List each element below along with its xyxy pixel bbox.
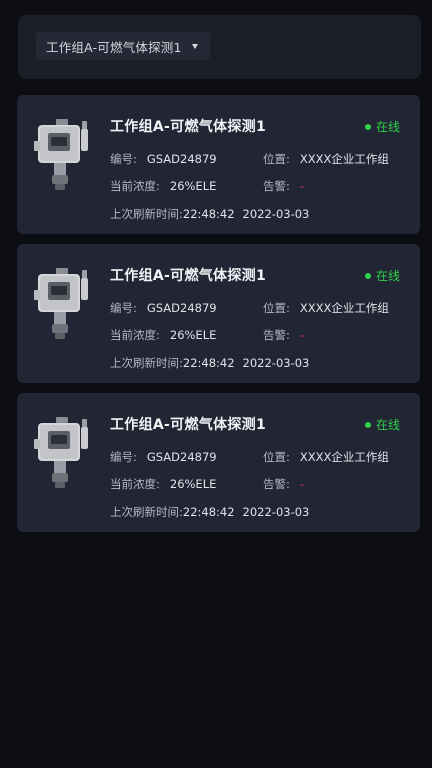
refresh-date: 2022-03-03 (242, 356, 310, 370)
refresh-time: 22:48:42 (182, 207, 235, 221)
device-card[interactable]: 工作组A-可燃气体探测1 在线 编号: GSAD24879 位置: XXXX企业工作… (17, 95, 420, 234)
concentration-value: 26%ELE (169, 477, 217, 491)
last-refresh: 上次刷新时间:22:48:42 2022-03-03 (110, 206, 309, 222)
location-label: 位置: (263, 152, 290, 166)
device-name: 工作组A-可燃气体探测1 (110, 268, 266, 284)
code-label: 编号: (110, 301, 137, 315)
refresh-time: 22:48:42 (182, 356, 235, 370)
refresh-label: 上次刷新时间: (110, 356, 183, 370)
alarm-value: - (299, 179, 305, 193)
concentration-field: 当前浓度: 26%ELE (110, 178, 216, 194)
alarm-label: 告警: (263, 477, 290, 491)
alarm-value: - (299, 328, 305, 342)
device-card[interactable]: 工作组A-可燃气体探测1 在线 编号: GSAD24879 位置: XXXX企业工作… (17, 244, 420, 383)
location-label: 位置: (263, 301, 290, 315)
refresh-date: 2022-03-03 (242, 505, 310, 519)
location-field: 位置: XXXX企业工作组 (263, 300, 389, 316)
gas-detector-icon (34, 268, 88, 339)
online-dot-icon (364, 123, 371, 130)
location-value: XXXX企业工作组 (299, 152, 389, 166)
device-code-field: 编号: GSAD24879 (110, 300, 217, 316)
code-value: GSAD24879 (146, 152, 217, 166)
location-value: XXXX企业工作组 (299, 301, 389, 315)
device-code-field: 编号: GSAD24879 (110, 151, 217, 167)
device-name: 工作组A-可燃气体探测1 (110, 417, 266, 433)
status-badge: 在线 (364, 267, 400, 284)
last-refresh: 上次刷新时间:22:48:42 2022-03-03 (110, 355, 309, 371)
status-text: 在线 (375, 120, 400, 134)
status-badge: 在线 (364, 416, 400, 433)
concentration-value: 26%ELE (169, 328, 217, 342)
alarm-label: 告警: (263, 328, 290, 342)
last-refresh: 上次刷新时间:22:48:42 2022-03-03 (110, 504, 309, 520)
alarm-field: 告警: - (263, 178, 304, 194)
status-badge: 在线 (364, 118, 400, 135)
refresh-date: 2022-03-03 (242, 207, 310, 221)
location-label: 位置: (263, 450, 290, 464)
device-card[interactable]: 工作组A-可燃气体探测1 在线 编号: GSAD24879 位置: XXXX企业工作… (17, 393, 420, 532)
concentration-label: 当前浓度: (110, 179, 160, 193)
concentration-value: 26%ELE (169, 179, 217, 193)
device-list-screen: 工作组A-可燃气体探测1 工作组A-可燃气体探测1 在线 编号: GSAD2487… (0, 0, 432, 768)
status-text: 在线 (375, 418, 400, 432)
alarm-label: 告警: (263, 179, 290, 193)
alarm-field: 告警: - (263, 476, 304, 492)
gas-detector-icon (34, 417, 88, 488)
location-field: 位置: XXXX企业工作组 (263, 449, 389, 465)
alarm-field: 告警: - (263, 327, 304, 343)
caret-down-icon (191, 44, 198, 49)
group-select-dropdown[interactable]: 工作组A-可燃气体探测1 (36, 32, 210, 60)
concentration-label: 当前浓度: (110, 477, 160, 491)
refresh-label: 上次刷新时间: (110, 505, 183, 519)
concentration-label: 当前浓度: (110, 328, 160, 342)
online-dot-icon (364, 421, 371, 428)
concentration-field: 当前浓度: 26%ELE (110, 476, 216, 492)
filter-panel: 工作组A-可燃气体探测1 (18, 15, 421, 79)
online-dot-icon (364, 272, 371, 279)
status-text: 在线 (375, 269, 400, 283)
code-label: 编号: (110, 450, 137, 464)
refresh-time: 22:48:42 (182, 505, 235, 519)
device-code-field: 编号: GSAD24879 (110, 449, 217, 465)
code-label: 编号: (110, 152, 137, 166)
device-name: 工作组A-可燃气体探测1 (110, 119, 266, 135)
location-field: 位置: XXXX企业工作组 (263, 151, 389, 167)
code-value: GSAD24879 (146, 450, 217, 464)
alarm-value: - (299, 477, 305, 491)
location-value: XXXX企业工作组 (299, 450, 389, 464)
group-select-value: 工作组A-可燃气体探测1 (46, 39, 182, 55)
concentration-field: 当前浓度: 26%ELE (110, 327, 216, 343)
refresh-label: 上次刷新时间: (110, 207, 183, 221)
code-value: GSAD24879 (146, 301, 217, 315)
gas-detector-icon (34, 119, 88, 190)
